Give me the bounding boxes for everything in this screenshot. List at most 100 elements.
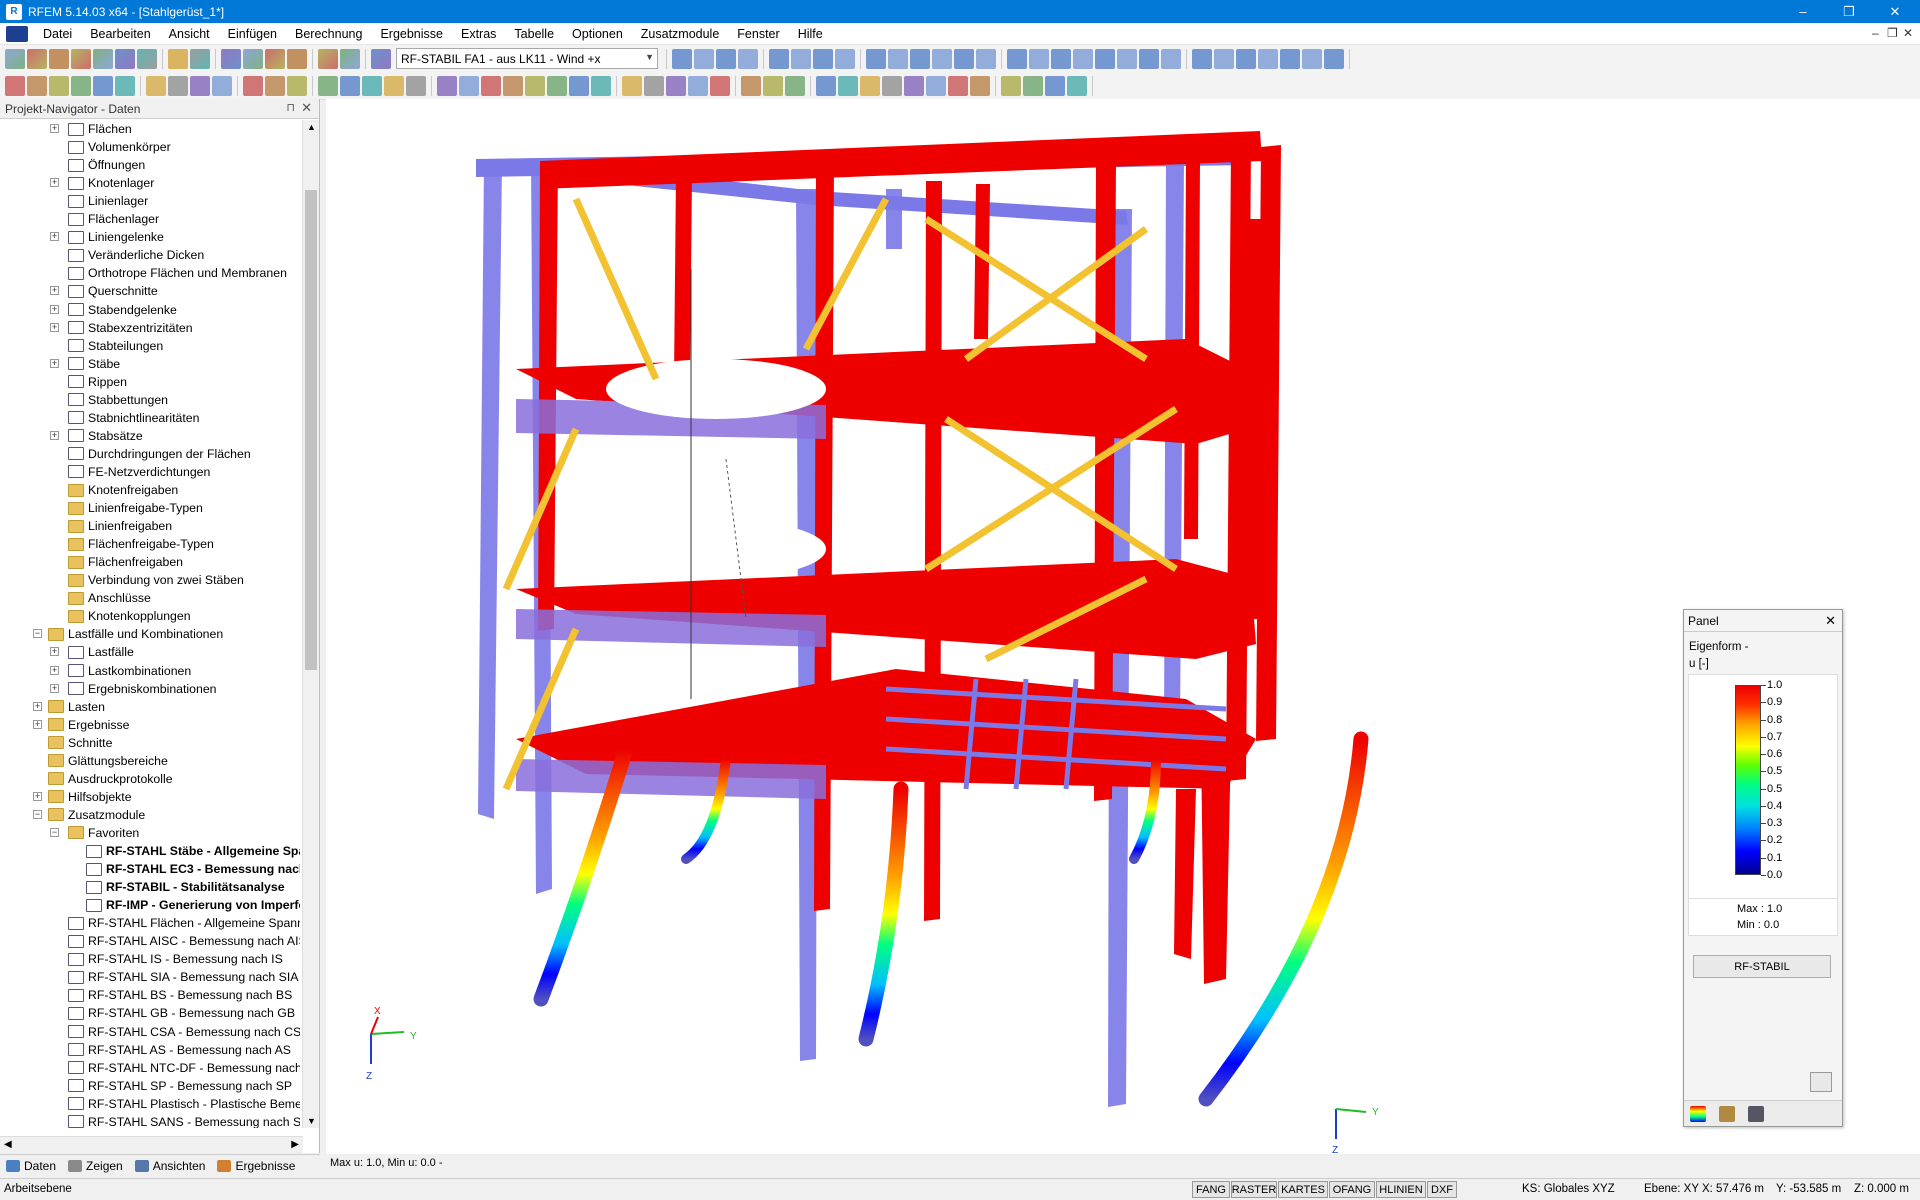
tree-item[interactable]: RF-STAHL SANS - Bemessung nach SAN: [68, 1113, 300, 1128]
toolbar-button-icon[interactable]: [221, 48, 241, 69]
toolbar-button-icon[interactable]: [212, 75, 232, 96]
toolbar-button-icon[interactable]: [569, 75, 589, 96]
close-button[interactable]: ✕: [1872, 0, 1918, 23]
maximize-button[interactable]: ❐: [1826, 0, 1872, 23]
tree-item[interactable]: Flächen: [68, 120, 132, 138]
toolbar-button-icon[interactable]: [406, 75, 426, 96]
toolbar-button-icon[interactable]: [459, 75, 479, 96]
mdi-minimize-button[interactable]: –: [1872, 26, 1879, 40]
tree-item[interactable]: Schnitte: [48, 734, 112, 752]
scrollbar-thumb[interactable]: [305, 190, 317, 670]
toolbar-button-icon[interactable]: [146, 75, 166, 96]
toolbar-button-icon[interactable]: [866, 48, 886, 69]
toolbar-button-icon[interactable]: [904, 75, 924, 96]
tree-item[interactable]: Linienfreigabe-Typen: [68, 499, 203, 517]
toolbar-button-icon[interactable]: [384, 75, 404, 96]
toolbar-button-icon[interactable]: [287, 75, 307, 96]
toolbar-button-icon[interactable]: [437, 75, 457, 96]
tree-item[interactable]: Lastfälle: [68, 643, 134, 661]
toggle-fang[interactable]: FANG: [1192, 1181, 1230, 1198]
menu-ergebnisse[interactable]: Ergebnisse: [371, 27, 452, 41]
toolbar-button-icon[interactable]: [1280, 48, 1300, 69]
zoom-icon[interactable]: [1810, 1072, 1832, 1092]
tree-item[interactable]: RF-STAHL AISC - Bemessung nach AISC: [68, 932, 300, 950]
toolbar-button-icon[interactable]: [838, 75, 858, 96]
toolbar-button-icon[interactable]: [1073, 48, 1093, 69]
tree-item[interactable]: Stabexzentrizitäten: [68, 319, 193, 337]
tree-item[interactable]: RF-IMP - Generierung von Imperfe: [86, 896, 300, 914]
toolbar-button-icon[interactable]: [362, 75, 382, 96]
toolbar-button-icon[interactable]: [49, 48, 69, 69]
toolbar-button-icon[interactable]: [1236, 48, 1256, 69]
tree-item[interactable]: Anschlüsse: [68, 589, 151, 607]
tree-expander[interactable]: +: [50, 304, 59, 314]
tree-item[interactable]: Durchdringungen der Flächen: [68, 445, 251, 463]
tree-item[interactable]: Knotenkopplungen: [68, 607, 191, 625]
tree-expander[interactable]: +: [50, 430, 59, 440]
tab-ergebnisse[interactable]: Ergebnisse: [211, 1155, 301, 1177]
tree-expander[interactable]: +: [33, 719, 42, 729]
tree-item[interactable]: Rippen: [68, 373, 127, 391]
toolbar-button-icon[interactable]: [547, 75, 567, 96]
color-scale-tab-icon[interactable]: [1690, 1105, 1706, 1122]
toolbar-button-icon[interactable]: [503, 75, 523, 96]
toolbar-button-icon[interactable]: [525, 75, 545, 96]
tree-item[interactable]: Hilfsobjekte: [48, 788, 132, 806]
minimize-button[interactable]: –: [1780, 0, 1826, 23]
toolbar-button-icon[interactable]: [738, 48, 758, 69]
toolbar-button-icon[interactable]: [888, 48, 908, 69]
tree-item[interactable]: RF-STAHL Flächen - Allgemeine Spannu: [68, 914, 300, 932]
navigator-horizontal-scrollbar[interactable]: ◀ ▶: [0, 1136, 303, 1153]
tree-item[interactable]: Volumenkörper: [68, 138, 171, 156]
toolbar-button-icon[interactable]: [688, 75, 708, 96]
scroll-right-icon[interactable]: ▶: [291, 1139, 299, 1150]
tree-expander[interactable]: +: [50, 232, 59, 242]
toolbar-button-icon[interactable]: [318, 75, 338, 96]
panel-close-icon[interactable]: ✕: [1825, 613, 1836, 629]
toolbar-button-icon[interactable]: [340, 48, 360, 69]
tree-item[interactable]: Veränderliche Dicken: [68, 246, 204, 264]
menu-optionen[interactable]: Optionen: [563, 27, 632, 41]
toolbar-button-icon[interactable]: [644, 75, 664, 96]
loadcase-combobox[interactable]: RF-STABIL FA1 - aus LK11 - Wind +x ▼: [396, 48, 658, 69]
toolbar-button-icon[interactable]: [1192, 48, 1212, 69]
toolbar-button-icon[interactable]: [5, 48, 25, 69]
tree-item[interactable]: Querschnitte: [68, 282, 158, 300]
toolbar-button-icon[interactable]: [622, 75, 642, 96]
toolbar-button-icon[interactable]: [970, 75, 990, 96]
tree-item[interactable]: Flächenfreigabe-Typen: [68, 535, 214, 553]
scroll-left-icon[interactable]: ◀: [4, 1139, 12, 1150]
toolbar-button-icon[interactable]: [932, 48, 952, 69]
tree-item[interactable]: Linienlager: [68, 192, 148, 210]
toolbar-button-icon[interactable]: [265, 48, 285, 69]
tree-expander[interactable]: +: [50, 286, 59, 296]
tree-item[interactable]: Stäbe: [68, 355, 120, 373]
toolbar-button-icon[interactable]: [481, 75, 501, 96]
tree-expander[interactable]: −: [33, 629, 42, 639]
menu-einfuegen[interactable]: Einfügen: [219, 27, 286, 41]
tree-item[interactable]: Glättungsbereiche: [48, 752, 168, 770]
toolbar-button-icon[interactable]: [49, 75, 69, 96]
pin-icon[interactable]: ⊓: [286, 101, 295, 114]
toolbar-button-icon[interactable]: [710, 75, 730, 96]
toolbar-button-icon[interactable]: [1302, 48, 1322, 69]
toolbar-button-icon[interactable]: [1051, 48, 1071, 69]
tree-expander[interactable]: +: [50, 683, 59, 693]
toolbar-button-icon[interactable]: [1214, 48, 1234, 69]
toolbar-button-icon[interactable]: [1095, 48, 1115, 69]
toolbar-button-icon[interactable]: [1067, 75, 1087, 96]
tree-expander[interactable]: −: [33, 809, 42, 819]
tree-item[interactable]: Liniengelenke: [68, 228, 164, 246]
tree-item[interactable]: RF-STAHL CSA - Bemessung nach CSA: [68, 1023, 300, 1041]
tree-item[interactable]: Stabteilungen: [68, 337, 163, 355]
tree-item[interactable]: Ausdruckprotokolle: [48, 770, 173, 788]
toolbar-button-icon[interactable]: [1117, 48, 1137, 69]
menu-zusatzmodule[interactable]: Zusatzmodule: [632, 27, 729, 41]
toolbar-button-icon[interactable]: [716, 48, 736, 69]
toolbar-button-icon[interactable]: [694, 48, 714, 69]
tree-item[interactable]: RF-STABIL - Stabilitätsanalyse: [86, 878, 285, 896]
model-viewport[interactable]: X Y Z Y Z: [326, 99, 1920, 1156]
rf-stabil-button[interactable]: RF-STABIL: [1693, 955, 1831, 978]
toolbar-button-icon[interactable]: [882, 75, 902, 96]
tree-item[interactable]: Lastkombinationen: [68, 662, 191, 680]
